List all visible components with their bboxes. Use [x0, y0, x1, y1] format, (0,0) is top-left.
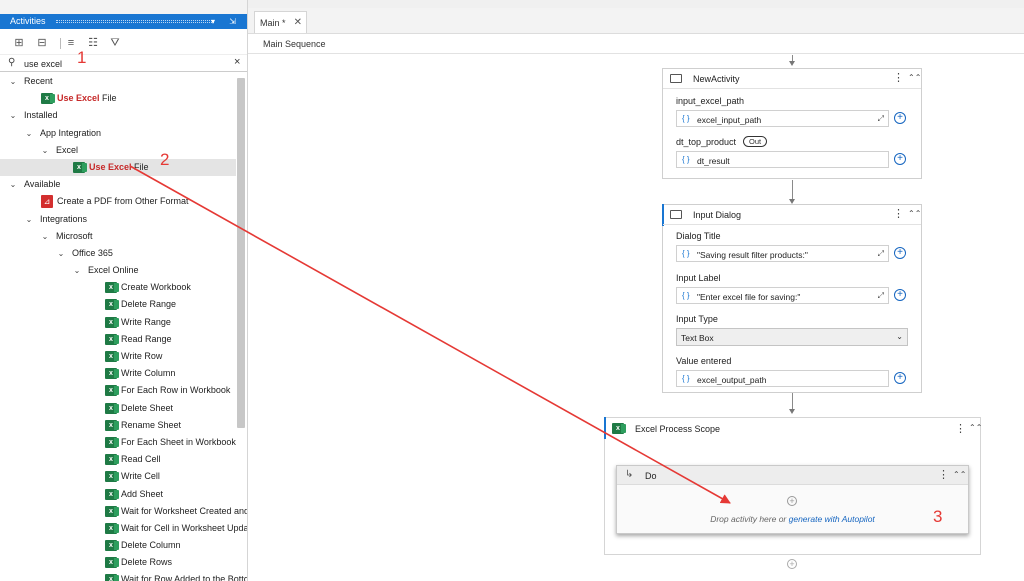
drag-arrow	[129, 165, 731, 504]
annotation-number-1: 1	[77, 48, 87, 67]
annotation-number-2: 2	[160, 150, 170, 169]
annotation-number-3: 3	[933, 507, 943, 526]
annotation-overlay	[129, 165, 731, 504]
app-window: Activities ▾ ⇲ ⊞ ⊟ ≡ ☷ ⛛ ⚲ use excel × ⌄…	[0, 0, 1024, 581]
